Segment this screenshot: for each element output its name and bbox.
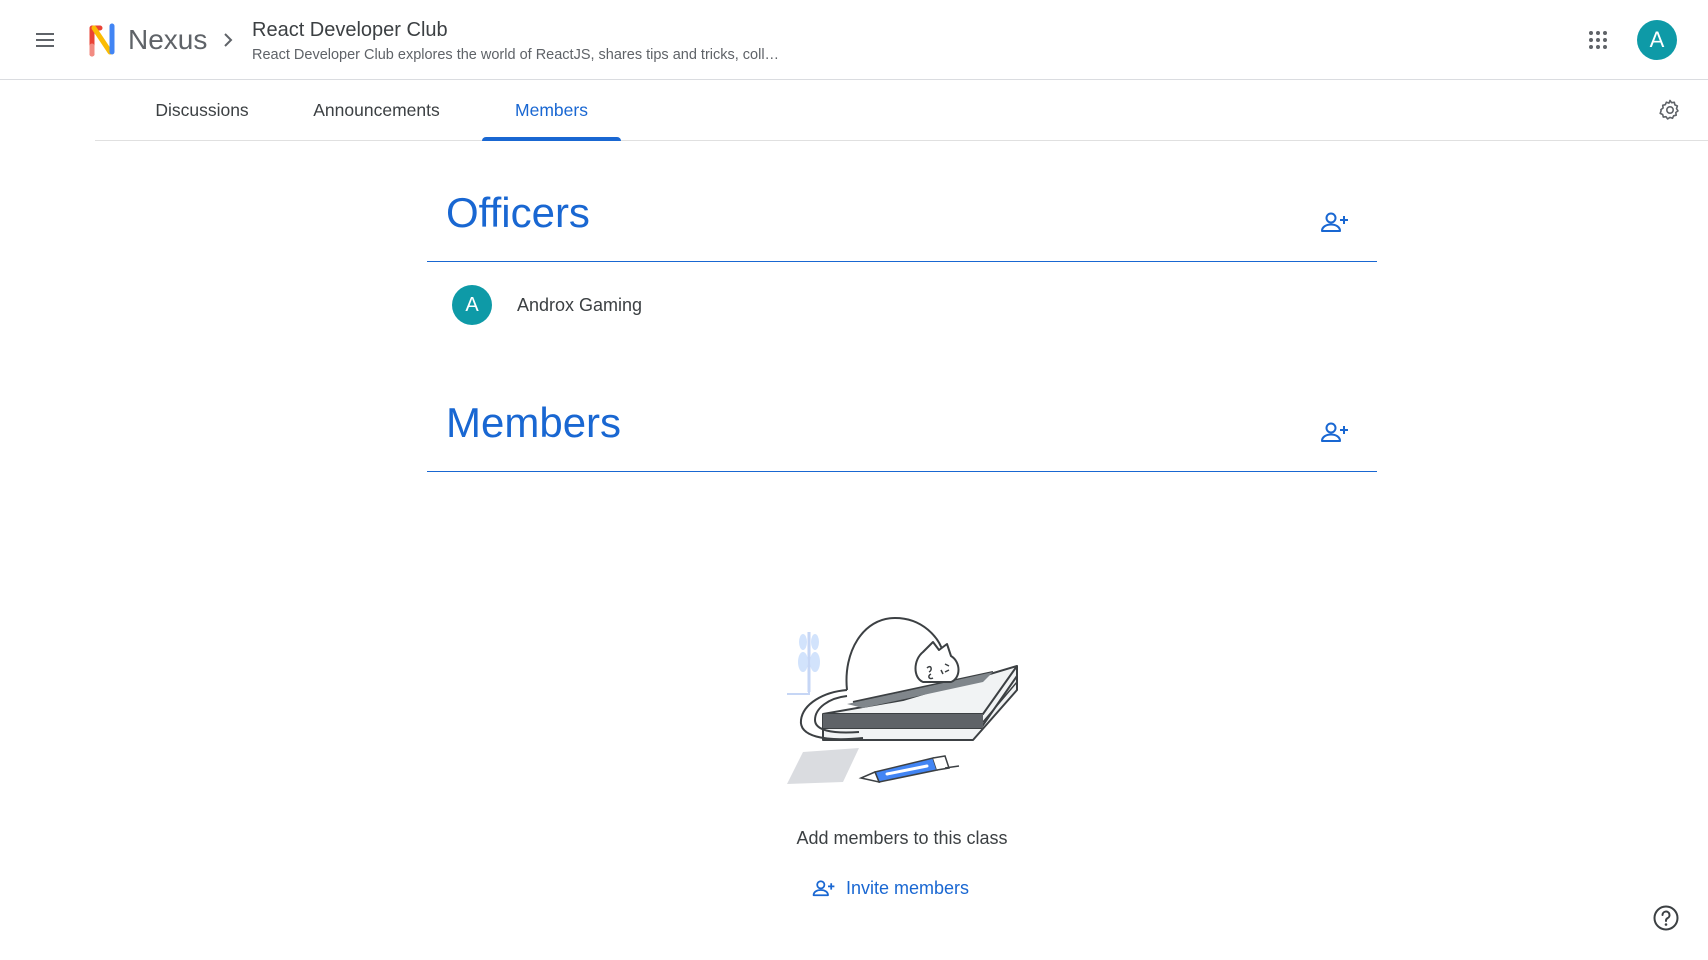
main-menu-button[interactable] (25, 20, 65, 60)
tab-discussions[interactable]: Discussions (142, 80, 262, 140)
officers-title: Officers (446, 189, 590, 236)
brand-name[interactable]: Nexus (128, 22, 207, 58)
officer-name: Androx Gaming (517, 294, 643, 315)
avatar: A (452, 285, 492, 325)
apps-grid-icon (1589, 31, 1607, 49)
invite-members-label: Invite members (846, 877, 970, 898)
account-avatar[interactable]: A (1637, 20, 1677, 60)
top-app-bar: Nexus React Developer Club React Develop… (0, 0, 1708, 80)
tab-bar: Discussions Announcements Members (95, 80, 1708, 141)
class-title[interactable]: React Developer Club (252, 17, 448, 43)
invite-members-button[interactable]: Invite members (812, 870, 969, 906)
add-member-button[interactable] (1313, 410, 1357, 454)
tab-announcements[interactable]: Announcements (299, 80, 454, 140)
tab-members[interactable]: Members (482, 80, 621, 141)
help-button[interactable] (1648, 900, 1684, 936)
add-person-icon (1321, 422, 1348, 442)
tab-label: Members (515, 99, 588, 120)
class-description: React Developer Club explores the world … (252, 47, 780, 63)
empty-members-message: Add members to this class (796, 828, 1008, 848)
empty-members-illustration (787, 616, 1018, 784)
apps-button[interactable] (1578, 20, 1618, 60)
add-officer-button[interactable] (1313, 200, 1357, 244)
hamburger-menu-icon (36, 33, 54, 47)
members-title: Members (446, 399, 622, 446)
add-person-icon (1321, 212, 1348, 232)
officers-section-header: Officers (427, 180, 1377, 262)
help-circle-icon (1653, 905, 1679, 931)
tab-label: Announcements (313, 99, 440, 120)
officer-list-item[interactable]: A Androx Gaming (427, 264, 1377, 346)
nexus-logo-icon[interactable] (88, 22, 118, 58)
chevron-right-icon (224, 33, 233, 47)
tab-label: Discussions (155, 99, 249, 120)
add-person-icon (812, 880, 835, 897)
active-tab-indicator (482, 137, 621, 141)
class-settings-button[interactable] (1650, 90, 1690, 130)
gear-icon (1659, 99, 1679, 120)
members-section-header: Members (427, 390, 1377, 472)
